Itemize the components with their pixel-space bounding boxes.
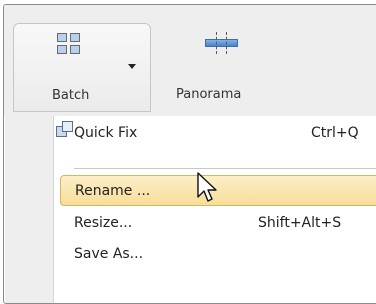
panorama-label: Panorama xyxy=(176,87,242,102)
ribbon-toolbar: Batch Panorama xyxy=(4,5,376,116)
menu-item-label: Rename ... xyxy=(75,183,151,199)
menu-separator xyxy=(74,168,376,169)
batch-grid-icon xyxy=(57,33,84,60)
menu-item-save-as[interactable]: Save As... xyxy=(60,239,376,270)
menu-item-shortcut: Ctrl+Q xyxy=(311,125,359,141)
batch-button[interactable]: Batch xyxy=(13,23,151,112)
batch-label: Batch xyxy=(52,88,90,103)
menu-item-label: Save As... xyxy=(74,246,144,262)
panorama-icon xyxy=(205,32,238,54)
menu-item-label: Resize... xyxy=(74,215,133,231)
menu-item-quick-fix[interactable]: Quick Fix Ctrl+Q xyxy=(60,118,376,149)
menu-icon-column xyxy=(5,116,54,303)
menu-item-resize[interactable]: Resize... Shift+Alt+S xyxy=(60,208,376,239)
menu-item-shortcut: Shift+Alt+S xyxy=(258,215,342,231)
menu-item-label: Quick Fix xyxy=(74,125,138,141)
app-window: Batch Panorama Quick Fix Ctrl+Q Rename .… xyxy=(3,4,376,304)
mouse-cursor-icon xyxy=(197,172,217,202)
chevron-down-icon[interactable] xyxy=(128,64,136,69)
